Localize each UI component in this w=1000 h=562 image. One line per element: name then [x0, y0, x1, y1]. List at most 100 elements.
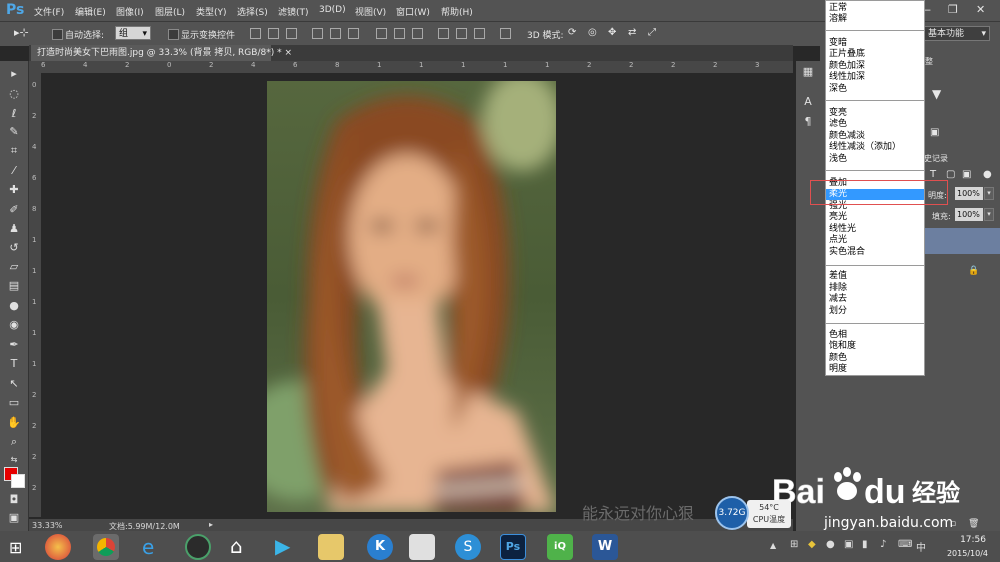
- panel-box-icon[interactable]: ▣: [930, 127, 939, 138]
- crop-tool-icon[interactable]: ⌗: [6, 144, 22, 158]
- panel-tab-adjust[interactable]: 整: [925, 56, 933, 67]
- 3d-slide-icon[interactable]: ⇄: [628, 27, 636, 38]
- zoom-tool-icon[interactable]: ⌕: [6, 435, 22, 449]
- close-tab-icon[interactable]: ×: [284, 48, 292, 58]
- menu-type[interactable]: 类型(Y): [196, 5, 227, 18]
- blend-mode-item[interactable]: 滤色: [829, 119, 847, 130]
- auto-align-icon[interactable]: [500, 28, 511, 39]
- file-explorer-icon[interactable]: [318, 534, 344, 560]
- screen-mode-icon[interactable]: ▣: [6, 511, 22, 525]
- type-tool-icon[interactable]: T: [6, 357, 22, 371]
- align-bottom-icon[interactable]: [286, 28, 297, 39]
- menu-filter[interactable]: 滤镜(T): [278, 5, 309, 18]
- chevron-down-icon[interactable]: ▾: [984, 187, 994, 200]
- close-button[interactable]: ✕: [976, 3, 985, 16]
- swap-colors-icon[interactable]: ⇆: [6, 453, 22, 467]
- ie-icon[interactable]: e: [142, 535, 154, 559]
- blend-mode-item[interactable]: 色相: [829, 330, 847, 341]
- stamp-tool-icon[interactable]: ♟: [6, 222, 22, 236]
- blend-mode-item[interactable]: 差值: [829, 271, 847, 282]
- language-icon[interactable]: 中: [916, 539, 926, 554]
- word-icon[interactable]: W: [592, 534, 618, 560]
- layer-row-selected[interactable]: [925, 228, 1000, 254]
- tray-icon-2[interactable]: ◆: [808, 539, 816, 550]
- windows-start-icon[interactable]: ⊞: [9, 538, 22, 557]
- opacity-input[interactable]: 100%: [955, 187, 983, 200]
- menu-help[interactable]: 帮助(H): [441, 5, 473, 18]
- healing-tool-icon[interactable]: ✚: [6, 183, 22, 197]
- blend-mode-item[interactable]: 排除: [829, 283, 847, 294]
- distribute-left-icon[interactable]: [438, 28, 449, 39]
- tray-icon-4[interactable]: ▣: [844, 539, 853, 550]
- document-tab[interactable]: 打造时尚美女下巴雨图.jpg @ 33.3% (背景 拷贝, RGB/8*) *…: [31, 45, 292, 61]
- align-right-icon[interactable]: [348, 28, 359, 39]
- blend-mode-item[interactable]: 颜色加深: [829, 61, 865, 72]
- tray-icon-1[interactable]: ⊞: [790, 539, 798, 550]
- status-menu-arrow-icon[interactable]: ▸: [209, 520, 213, 529]
- kugou-icon[interactable]: K: [367, 534, 393, 560]
- blend-mode-item[interactable]: 饱和度: [829, 341, 856, 352]
- blend-mode-item[interactable]: 亮光: [829, 212, 847, 223]
- clock-date[interactable]: 2015/10/4: [947, 549, 988, 558]
- blend-mode-item[interactable]: 深色: [829, 84, 847, 95]
- smart-filter-icon[interactable]: ▣: [962, 169, 971, 180]
- history-brush-icon[interactable]: ↺: [6, 241, 22, 255]
- media-player-icon[interactable]: ▶: [275, 534, 290, 558]
- blend-mode-item[interactable]: 变亮: [829, 108, 847, 119]
- app-icon-4[interactable]: [185, 534, 211, 560]
- distribute-top-icon[interactable]: [376, 28, 387, 39]
- sogou-icon[interactable]: S: [455, 534, 481, 560]
- marquee-tool-icon[interactable]: ◌: [6, 87, 22, 101]
- cpu-temp-widget[interactable]: 54°C CPU温度: [747, 500, 791, 528]
- fill-input[interactable]: 100%: [955, 208, 983, 221]
- blend-mode-item[interactable]: 实色混合: [829, 247, 865, 258]
- move-tool-icon[interactable]: ▸⊹: [14, 26, 29, 39]
- network-icon[interactable]: ▮: [862, 539, 868, 550]
- blend-mode-item[interactable]: 线性加深: [829, 72, 865, 83]
- menu-view[interactable]: 视图(V): [355, 5, 386, 18]
- distribute-right-icon[interactable]: [474, 28, 485, 39]
- eraser-tool-icon[interactable]: ▱: [6, 260, 22, 274]
- menu-select[interactable]: 选择(S): [237, 5, 268, 18]
- photoshop-taskbar-icon[interactable]: Ps: [500, 534, 526, 560]
- path-select-tool-icon[interactable]: ↖: [6, 377, 22, 391]
- menu-window[interactable]: 窗口(W): [396, 5, 430, 18]
- paragraph-panel-icon[interactable]: ¶: [801, 115, 815, 129]
- blend-mode-item[interactable]: 减去: [829, 294, 847, 305]
- home-icon[interactable]: ⌂: [230, 534, 243, 558]
- brush-tool-icon[interactable]: ✐: [6, 203, 22, 217]
- blend-mode-item[interactable]: 溶解: [829, 14, 847, 25]
- blur-tool-icon[interactable]: ●: [6, 299, 22, 313]
- auto-select-checkbox[interactable]: [52, 29, 63, 40]
- show-transform-checkbox[interactable]: [168, 29, 179, 40]
- eyedropper-tool-icon[interactable]: ⁄: [6, 164, 22, 178]
- align-top-icon[interactable]: [250, 28, 261, 39]
- shape-tool-icon[interactable]: ▭: [6, 396, 22, 410]
- distribute-bottom-icon[interactable]: [412, 28, 423, 39]
- align-left-icon[interactable]: [312, 28, 323, 39]
- align-hcenter-icon[interactable]: [330, 28, 341, 39]
- iqiyi-icon[interactable]: iQ: [547, 534, 573, 560]
- blend-mode-item[interactable]: 线性光: [829, 224, 856, 235]
- blend-mode-item[interactable]: 正常: [829, 3, 847, 14]
- panel-icon-1[interactable]: ▦: [801, 65, 815, 79]
- auto-select-dropdown[interactable]: 组 ▾: [115, 26, 151, 40]
- menu-image[interactable]: 图像(I): [116, 5, 144, 18]
- blend-mode-item[interactable]: 颜色减淡: [829, 131, 865, 142]
- keyboard-icon[interactable]: ⌨: [898, 539, 912, 550]
- move-tool-icon[interactable]: ▸: [6, 67, 22, 81]
- menu-file[interactable]: 文件(F): [34, 5, 64, 18]
- blend-mode-item[interactable]: 正片叠底: [829, 49, 865, 60]
- chevron-down-icon[interactable]: ▾: [984, 208, 994, 221]
- blend-mode-item[interactable]: 颜色: [829, 353, 847, 364]
- menu-edit[interactable]: 编辑(E): [75, 5, 106, 18]
- menu-3d[interactable]: 3D(D): [319, 5, 346, 15]
- 3d-scale-icon[interactable]: ⤢: [648, 27, 656, 38]
- hand-tool-icon[interactable]: ✋: [6, 416, 22, 430]
- clock-time[interactable]: 17:56: [960, 535, 986, 545]
- blend-mode-item[interactable]: 明度: [829, 364, 847, 375]
- restore-button[interactable]: ❐: [948, 3, 958, 16]
- background-color-swatch[interactable]: [11, 474, 25, 488]
- blend-mode-item[interactable]: 点光: [829, 235, 847, 246]
- workspace-dropdown[interactable]: 基本功能 ▾: [924, 26, 990, 41]
